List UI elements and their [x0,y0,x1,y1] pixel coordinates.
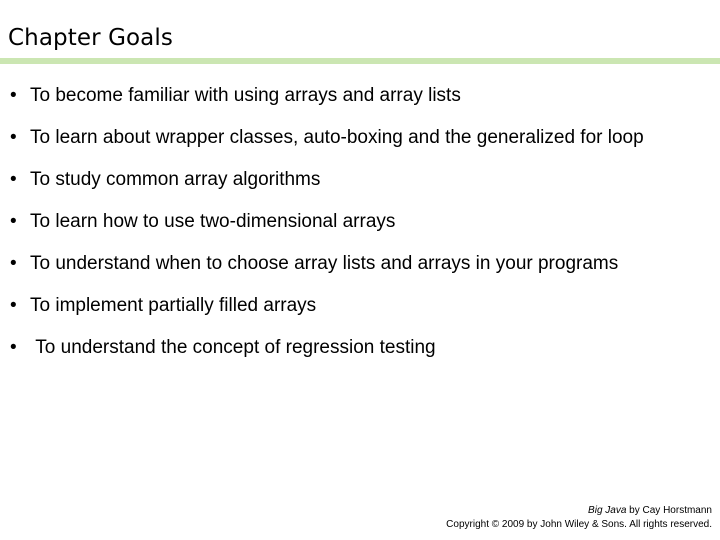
page-title: Chapter Goals [8,25,173,51]
list-item: • To become familiar with using arrays a… [0,82,706,110]
list-item-label: To understand when to choose array lists… [30,253,619,274]
bullet-icon: • [10,85,17,106]
title-divider [0,58,720,64]
bullet-icon: • [10,295,17,316]
list-item-label: To understand the concept of regression … [30,337,436,358]
list-item-label: To learn about wrapper classes, auto-box… [30,127,644,148]
bullet-icon: • [10,169,17,190]
list-item-label: To learn how to use two-dimensional arra… [30,211,396,232]
bullet-icon: • [10,127,17,148]
list-item: • To understand when to choose array lis… [0,250,706,278]
footer-credit: Big Java by Cay Horstmann Copyright © 20… [446,504,712,532]
list-item: • To understand the concept of regressio… [0,334,706,362]
bullet-icon: • [10,211,17,232]
list-item-label: To implement partially filled arrays [30,295,317,316]
bullet-icon: • [10,253,17,274]
bullet-icon: • [10,337,17,358]
list-item: • To learn how to use two-dimensional ar… [0,208,706,236]
list-item-label: To study common array algorithms [30,169,321,190]
list-item: • To study common array algorithms [0,166,706,194]
list-item-label: To become familiar with using arrays and… [30,85,461,106]
chapter-goals-list: • To become familiar with using arrays a… [0,82,706,362]
footer-attribution: Big Java by Cay Horstmann [446,504,712,518]
slide: Chapter Goals • To become familiar with … [0,0,720,540]
list-item: • To implement partially filled arrays [0,292,706,320]
list-item: • To learn about wrapper classes, auto-b… [0,124,706,152]
book-title: Big Java [588,505,627,516]
footer-copyright: Copyright © 2009 by John Wiley & Sons. A… [446,519,712,530]
book-byline: by Cay Horstmann [626,505,712,516]
